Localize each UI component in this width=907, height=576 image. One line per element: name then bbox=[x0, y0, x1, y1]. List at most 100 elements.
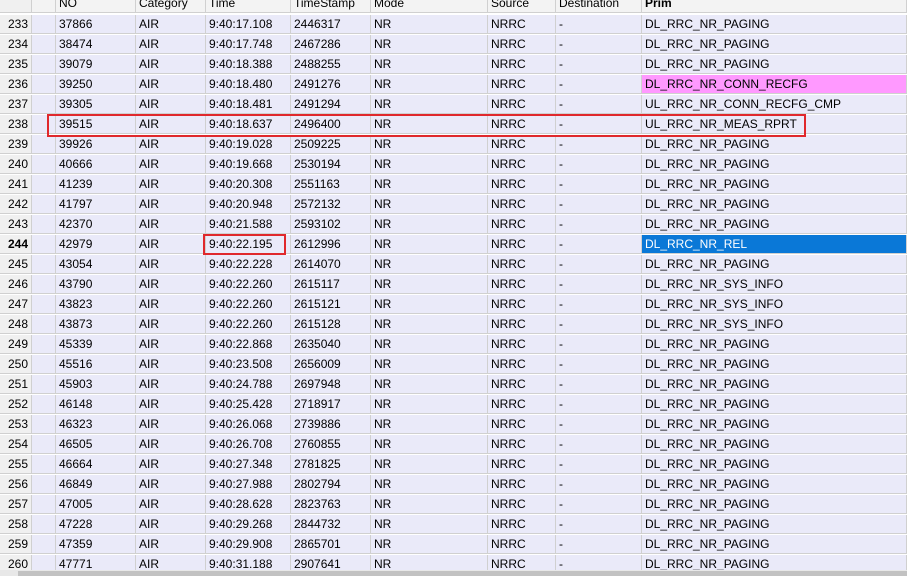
cell-destination: - bbox=[556, 115, 642, 134]
table-row[interactable]: 259 47359 AIR 9:40:29.908 2865701 NR NRRC - DL_R… bbox=[0, 535, 907, 555]
cell-timestamp: 2823763 bbox=[291, 495, 371, 514]
header-timestamp[interactable]: TimeStamp bbox=[291, 0, 371, 13]
header-no[interactable]: NO bbox=[56, 0, 136, 13]
row-number[interactable]: 253 bbox=[0, 415, 32, 434]
table-row[interactable]: 257 47005 AIR 9:40:28.628 2823763 NR NRRC - DL_R… bbox=[0, 495, 907, 515]
row-number[interactable]: 243 bbox=[0, 215, 32, 234]
cell-mode: NR bbox=[371, 275, 488, 294]
row-number[interactable]: 258 bbox=[0, 515, 32, 534]
table-row[interactable]: 243 42370 AIR 9:40:21.588 2593102 NR NRRC - DL_R… bbox=[0, 215, 907, 235]
cell-destination: - bbox=[556, 175, 642, 194]
table-row[interactable]: 247 43823 AIR 9:40:22.260 2615121 NR NRRC - DL_R… bbox=[0, 295, 907, 315]
row-number[interactable]: 252 bbox=[0, 395, 32, 414]
cell-prim: DL_RRC_NR_PAGING bbox=[642, 395, 907, 414]
table-row[interactable]: 242 41797 AIR 9:40:20.948 2572132 NR NRRC - DL_R… bbox=[0, 195, 907, 215]
cell-prim: UL_RRC_NR_MEAS_RPRT bbox=[642, 115, 907, 134]
header-destination[interactable]: Destination bbox=[556, 0, 642, 13]
row-number[interactable]: 241 bbox=[0, 175, 32, 194]
table-row[interactable]: 235 39079 AIR 9:40:18.388 2488255 NR NRRC - DL_R… bbox=[0, 55, 907, 75]
header-category[interactable]: Category bbox=[136, 0, 206, 13]
table-row[interactable]: 239 39926 AIR 9:40:19.028 2509225 NR NRRC - DL_R… bbox=[0, 135, 907, 155]
table-row[interactable]: 248 43873 AIR 9:40:22.260 2615128 NR NRRC - DL_R… bbox=[0, 315, 907, 335]
cell-time: 9:40:19.028 bbox=[206, 135, 291, 154]
table-row[interactable]: 245 43054 AIR 9:40:22.228 2614070 NR NRRC - DL_R… bbox=[0, 255, 907, 275]
cell-time: 9:40:21.588 bbox=[206, 215, 291, 234]
cell-no: 41239 bbox=[56, 175, 136, 194]
header-source[interactable]: Source bbox=[488, 0, 556, 13]
row-number[interactable]: 247 bbox=[0, 295, 32, 314]
row-number[interactable]: 255 bbox=[0, 455, 32, 474]
cell-timestamp: 2615121 bbox=[291, 295, 371, 314]
row-number[interactable]: 244 bbox=[0, 235, 32, 254]
cell-timestamp: 2467286 bbox=[291, 35, 371, 54]
cell-source: NRRC bbox=[488, 515, 556, 534]
row-gap bbox=[32, 295, 56, 314]
table-row[interactable]: 236 39250 AIR 9:40:18.480 2491276 NR NRRC - DL_R… bbox=[0, 75, 907, 95]
cell-timestamp: 2907641 bbox=[291, 555, 371, 570]
cell-timestamp: 2488255 bbox=[291, 55, 371, 74]
table-row[interactable]: 255 46664 AIR 9:40:27.348 2781825 NR NRRC - DL_R… bbox=[0, 455, 907, 475]
row-number[interactable]: 237 bbox=[0, 95, 32, 114]
table-row[interactable]: 253 46323 AIR 9:40:26.068 2739886 NR NRRC - DL_R… bbox=[0, 415, 907, 435]
table-row[interactable]: 260 47771 AIR 9:40:31.188 2907641 NR NRRC - DL_R… bbox=[0, 555, 907, 570]
table-row[interactable]: 246 43790 AIR 9:40:22.260 2615117 NR NRRC - DL_R… bbox=[0, 275, 907, 295]
horizontal-scrollbar[interactable] bbox=[0, 570, 907, 576]
table-row[interactable]: 241 41239 AIR 9:40:20.308 2551163 NR NRRC - DL_R… bbox=[0, 175, 907, 195]
row-number[interactable]: 250 bbox=[0, 355, 32, 374]
cell-mode: NR bbox=[371, 195, 488, 214]
cell-destination: - bbox=[556, 295, 642, 314]
row-number[interactable]: 239 bbox=[0, 135, 32, 154]
header-prim[interactable]: Prim bbox=[642, 0, 907, 13]
row-number[interactable]: 249 bbox=[0, 335, 32, 354]
table-row[interactable]: 240 40666 AIR 9:40:19.668 2530194 NR NRRC - DL_R… bbox=[0, 155, 907, 175]
row-number[interactable]: 256 bbox=[0, 475, 32, 494]
cell-time: 9:40:20.308 bbox=[206, 175, 291, 194]
scrollbar-thumb[interactable] bbox=[18, 571, 907, 576]
table-row[interactable]: 250 45516 AIR 9:40:23.508 2656009 NR NRRC - DL_R… bbox=[0, 355, 907, 375]
table-row[interactable]: 233 37866 AIR 9:40:17.108 2446317 NR NRRC - DL_R… bbox=[0, 15, 907, 35]
cell-category: AIR bbox=[136, 415, 206, 434]
table-row[interactable]: 258 47228 AIR 9:40:29.268 2844732 NR NRRC - DL_R… bbox=[0, 515, 907, 535]
row-number[interactable]: 254 bbox=[0, 435, 32, 454]
cell-timestamp: 2739886 bbox=[291, 415, 371, 434]
cell-mode: NR bbox=[371, 415, 488, 434]
table-row[interactable]: 252 46148 AIR 9:40:25.428 2718917 NR NRRC - DL_R… bbox=[0, 395, 907, 415]
row-gap bbox=[32, 355, 56, 374]
cell-prim: DL_RRC_NR_PAGING bbox=[642, 215, 907, 234]
table-row[interactable]: 256 46849 AIR 9:40:27.988 2802794 NR NRRC - DL_R… bbox=[0, 475, 907, 495]
cell-category: AIR bbox=[136, 475, 206, 494]
cell-timestamp: 2509225 bbox=[291, 135, 371, 154]
cell-no: 45903 bbox=[56, 375, 136, 394]
header-mode[interactable]: Mode bbox=[371, 0, 488, 13]
row-number[interactable]: 240 bbox=[0, 155, 32, 174]
table-row[interactable]: 244 42979 AIR 9:40:22.195 2612996 NR NRRC - DL_R… bbox=[0, 235, 907, 255]
cell-time: 9:40:27.348 bbox=[206, 455, 291, 474]
row-number[interactable]: 248 bbox=[0, 315, 32, 334]
row-number[interactable]: 259 bbox=[0, 535, 32, 554]
row-number[interactable]: 236 bbox=[0, 75, 32, 94]
cell-no: 38474 bbox=[56, 35, 136, 54]
row-number[interactable]: 235 bbox=[0, 55, 32, 74]
row-number[interactable]: 238 bbox=[0, 115, 32, 134]
cell-prim: DL_RRC_NR_PAGING bbox=[642, 335, 907, 354]
table-row[interactable]: 238 39515 AIR 9:40:18.637 2496400 NR NRRC - UL_R… bbox=[0, 115, 907, 135]
row-number[interactable]: 234 bbox=[0, 35, 32, 54]
row-number[interactable]: 251 bbox=[0, 375, 32, 394]
table-row[interactable]: 251 45903 AIR 9:40:24.788 2697948 NR NRRC - DL_R… bbox=[0, 375, 907, 395]
header-time[interactable]: Time bbox=[206, 0, 291, 13]
table-row[interactable]: 249 45339 AIR 9:40:22.868 2635040 NR NRRC - DL_R… bbox=[0, 335, 907, 355]
row-number[interactable]: 260 bbox=[0, 555, 32, 570]
row-number[interactable]: 257 bbox=[0, 495, 32, 514]
row-number[interactable]: 233 bbox=[0, 15, 32, 34]
row-gap bbox=[32, 375, 56, 394]
table-row[interactable]: 237 39305 AIR 9:40:18.481 2491294 NR NRRC - UL_R… bbox=[0, 95, 907, 115]
cell-timestamp: 2656009 bbox=[291, 355, 371, 374]
cell-no: 37866 bbox=[56, 15, 136, 34]
row-number[interactable]: 246 bbox=[0, 275, 32, 294]
cell-no: 39079 bbox=[56, 55, 136, 74]
table-row[interactable]: 234 38474 AIR 9:40:17.748 2467286 NR NRRC - DL_R… bbox=[0, 35, 907, 55]
table-row[interactable]: 254 46505 AIR 9:40:26.708 2760855 NR NRRC - DL_R… bbox=[0, 435, 907, 455]
row-number[interactable]: 242 bbox=[0, 195, 32, 214]
cell-source: NRRC bbox=[488, 215, 556, 234]
row-number[interactable]: 245 bbox=[0, 255, 32, 274]
